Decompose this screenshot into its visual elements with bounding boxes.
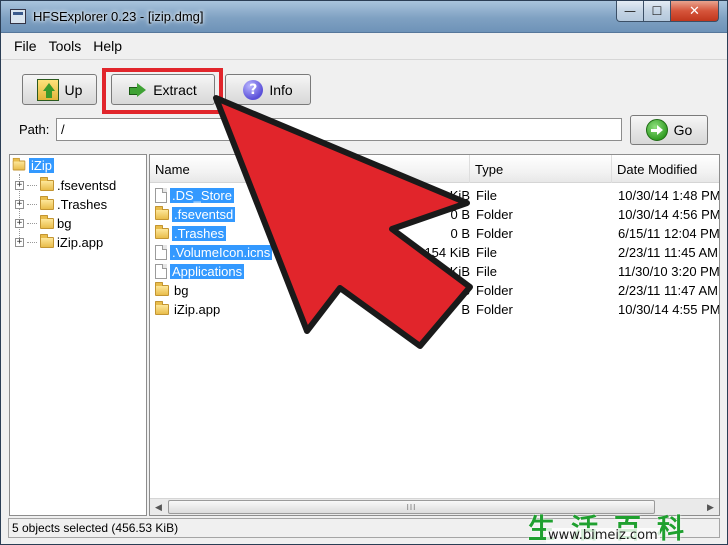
column-header-date[interactable]: Date Modified xyxy=(612,155,719,183)
menu-bar: File Tools Help xyxy=(1,34,727,58)
up-button-label: Up xyxy=(64,81,83,98)
row-size: 0 B xyxy=(450,226,470,241)
row-date: 10/30/14 4:56 PM xyxy=(618,207,720,222)
tree-item-label: .Trashes xyxy=(57,196,108,212)
menu-file[interactable]: File xyxy=(14,38,37,54)
tree-root[interactable]: iZip xyxy=(12,157,54,173)
row-size: 4 KiB xyxy=(438,264,470,279)
watermark-url: www.bimeiz.com xyxy=(546,528,660,543)
table-row[interactable]: Applications 4 KiB File 11/30/10 3:20 PM xyxy=(150,262,719,281)
row-size: B xyxy=(461,302,470,317)
row-date: 10/30/14 4:55 PM xyxy=(618,302,720,317)
folder-icon xyxy=(40,233,54,248)
row-name: Applications xyxy=(170,264,245,279)
folder-icon xyxy=(155,206,169,220)
file-icon xyxy=(155,264,167,279)
file-list: Name Type Date Modified .DS_Store 3 KiB … xyxy=(149,154,720,516)
go-button[interactable]: Go xyxy=(630,115,708,145)
menu-help[interactable]: Help xyxy=(93,38,122,54)
up-button[interactable]: Up xyxy=(22,74,97,105)
row-size: 154 KiB xyxy=(424,245,470,260)
expand-icon[interactable]: + xyxy=(15,218,24,228)
question-mark-icon: ? xyxy=(243,79,264,100)
folder-icon xyxy=(40,176,54,191)
row-name: .Trashes xyxy=(172,226,227,241)
title-bar[interactable]: HFSExplorer 0.23 - [izip.dmg] — ☐ ✕ xyxy=(1,1,727,33)
row-type: Folder xyxy=(476,283,513,298)
tree-item-label: iZip.app xyxy=(57,234,104,250)
window-title: HFSExplorer 0.23 - [izip.dmg] xyxy=(33,9,204,24)
close-button[interactable]: ✕ xyxy=(671,1,719,22)
folder-tree: iZip + .fseventsd + .Trashes + bg + iZip… xyxy=(9,154,147,516)
tree-item-izip-app[interactable]: + iZip.app xyxy=(15,233,103,251)
row-type: Folder xyxy=(476,226,513,241)
file-list-header: Name Type Date Modified xyxy=(150,155,719,183)
expand-icon[interactable]: + xyxy=(15,199,24,209)
path-input[interactable]: / xyxy=(56,118,622,141)
file-icon xyxy=(155,188,167,203)
menu-tools[interactable]: Tools xyxy=(49,38,82,54)
watermark: 生活百科 www.bimeiz.com xyxy=(528,507,724,545)
go-arrow-icon xyxy=(645,119,668,141)
info-button-label: Info xyxy=(269,81,293,98)
row-name: iZip.app xyxy=(174,302,221,317)
scroll-left-icon[interactable]: ◀ xyxy=(150,499,167,515)
row-date: 2/23/11 11:47 AM xyxy=(618,283,718,298)
row-name: .VolumeIcon.icns xyxy=(170,245,273,260)
minimize-button[interactable]: — xyxy=(616,1,644,22)
row-date: 2/23/11 11:45 AM xyxy=(618,245,718,260)
file-icon xyxy=(155,245,167,260)
go-button-label: Go xyxy=(673,122,693,138)
app-icon xyxy=(10,9,26,24)
folder-icon xyxy=(155,301,169,315)
tree-item-label: .fseventsd xyxy=(57,177,117,193)
row-date: 11/30/10 3:20 PM xyxy=(618,264,720,279)
row-size: 0 B xyxy=(450,207,470,222)
table-row[interactable]: bg B Folder 2/23/11 11:47 AM xyxy=(150,281,719,300)
table-row[interactable]: .Trashes 0 B Folder 6/15/11 12:04 PM xyxy=(150,224,719,243)
path-label: Path: xyxy=(19,122,50,137)
window-controls: — ☐ ✕ xyxy=(616,1,719,23)
disk-folder-icon xyxy=(12,157,26,170)
tree-root-label: iZip xyxy=(29,157,54,173)
tree-item-trashes[interactable]: + .Trashes xyxy=(15,195,107,213)
table-row[interactable]: iZip.app B Folder 10/30/14 4:55 PM xyxy=(150,300,719,319)
column-header-name[interactable]: Name xyxy=(150,155,470,183)
maximize-button[interactable]: ☐ xyxy=(644,1,671,22)
extract-highlight-box xyxy=(102,68,223,114)
row-type: File xyxy=(476,264,497,279)
tree-item-fseventsd[interactable]: + .fseventsd xyxy=(15,176,116,194)
row-name: .DS_Store xyxy=(170,188,234,203)
table-row[interactable]: .fseventsd 0 B Folder 10/30/14 4:56 PM xyxy=(150,205,719,224)
row-type: Folder xyxy=(476,302,513,317)
row-size: 3 KiB xyxy=(438,188,470,203)
tree-item-label: bg xyxy=(57,215,72,231)
row-type: File xyxy=(476,188,497,203)
row-date: 6/15/11 12:04 PM xyxy=(618,226,720,241)
row-name: bg xyxy=(174,283,189,298)
row-name: .fseventsd xyxy=(172,207,236,222)
table-row[interactable]: .DS_Store 3 KiB File 10/30/14 1:48 PM xyxy=(150,186,719,205)
expand-icon[interactable]: + xyxy=(15,180,24,190)
tree-item-bg[interactable]: + bg xyxy=(15,214,71,232)
row-date: 10/30/14 1:48 PM xyxy=(618,188,720,203)
expand-icon[interactable]: + xyxy=(15,237,24,247)
folder-icon xyxy=(155,282,169,296)
info-button[interactable]: ? Info xyxy=(225,74,311,105)
row-type: File xyxy=(476,245,497,260)
folder-icon xyxy=(155,225,169,239)
hfsexplorer-window: HFSExplorer 0.23 - [izip.dmg] — ☐ ✕ File… xyxy=(0,0,728,545)
row-size: B xyxy=(461,283,470,298)
row-type: Folder xyxy=(476,207,513,222)
up-folder-icon xyxy=(36,78,59,101)
table-row[interactable]: .VolumeIcon.icns 154 KiB File 2/23/11 11… xyxy=(150,243,719,262)
column-header-type[interactable]: Type xyxy=(470,155,612,183)
folder-icon xyxy=(40,195,54,210)
folder-icon xyxy=(40,214,54,229)
